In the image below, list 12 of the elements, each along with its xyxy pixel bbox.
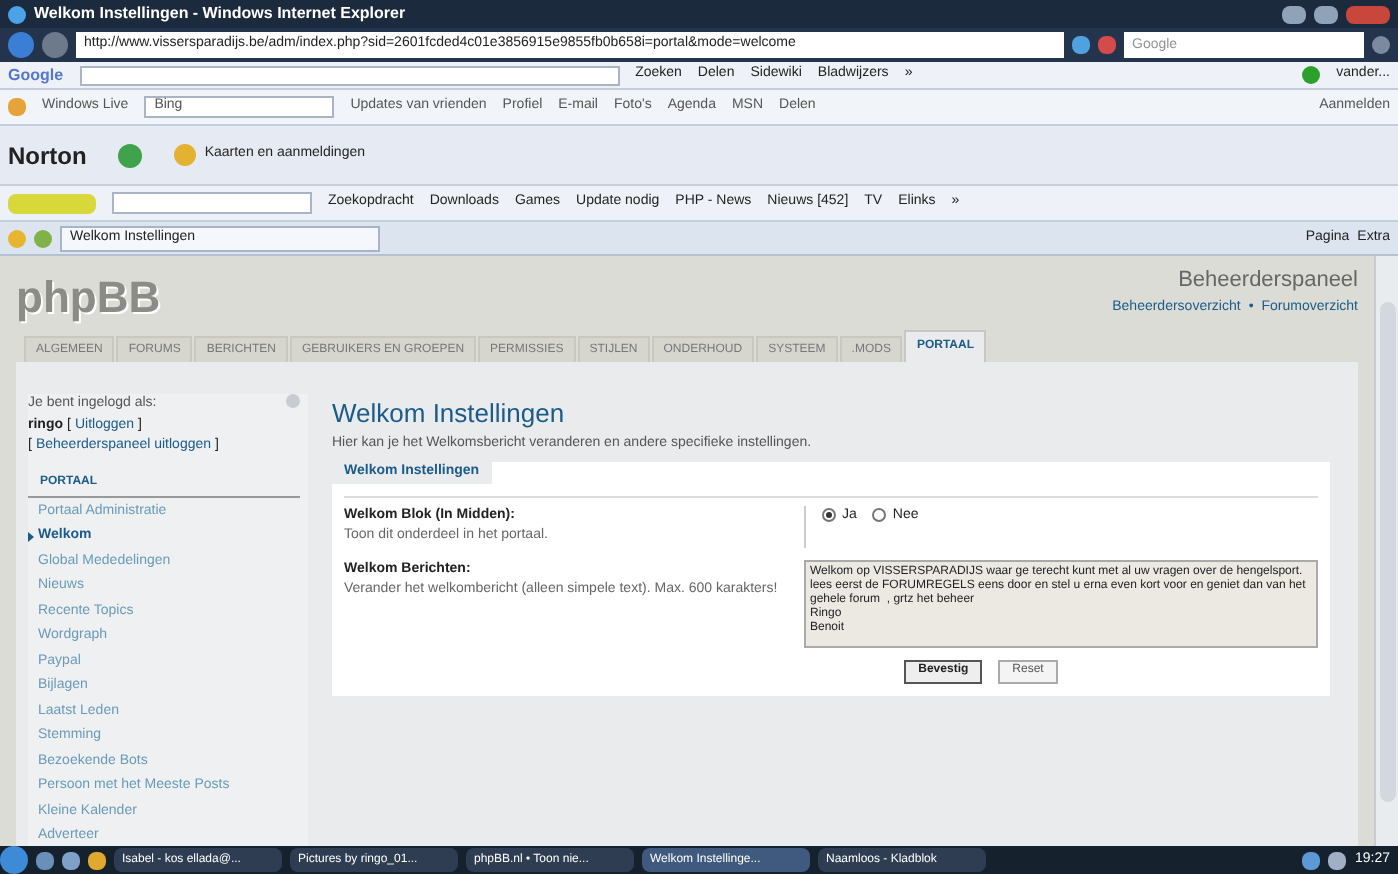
- scrollbar[interactable]: [1374, 256, 1398, 846]
- norton-logo: Norton: [8, 139, 87, 173]
- phpbb-logo: phpBB: [16, 270, 161, 326]
- window-title: Welkom Instellingen - Windows Internet Explorer: [34, 2, 406, 26]
- google-search-field[interactable]: [79, 65, 620, 85]
- toolbar-search-field[interactable]: [112, 192, 312, 214]
- panel-title: Beheerderspaneel: [1178, 266, 1358, 296]
- radio-button[interactable]: [872, 508, 887, 523]
- chevron-icon: [28, 531, 34, 542]
- radio-button[interactable]: [822, 508, 836, 523]
- google-logo: Google: [8, 63, 64, 87]
- page-heading: Welkom Instellingen: [332, 396, 567, 432]
